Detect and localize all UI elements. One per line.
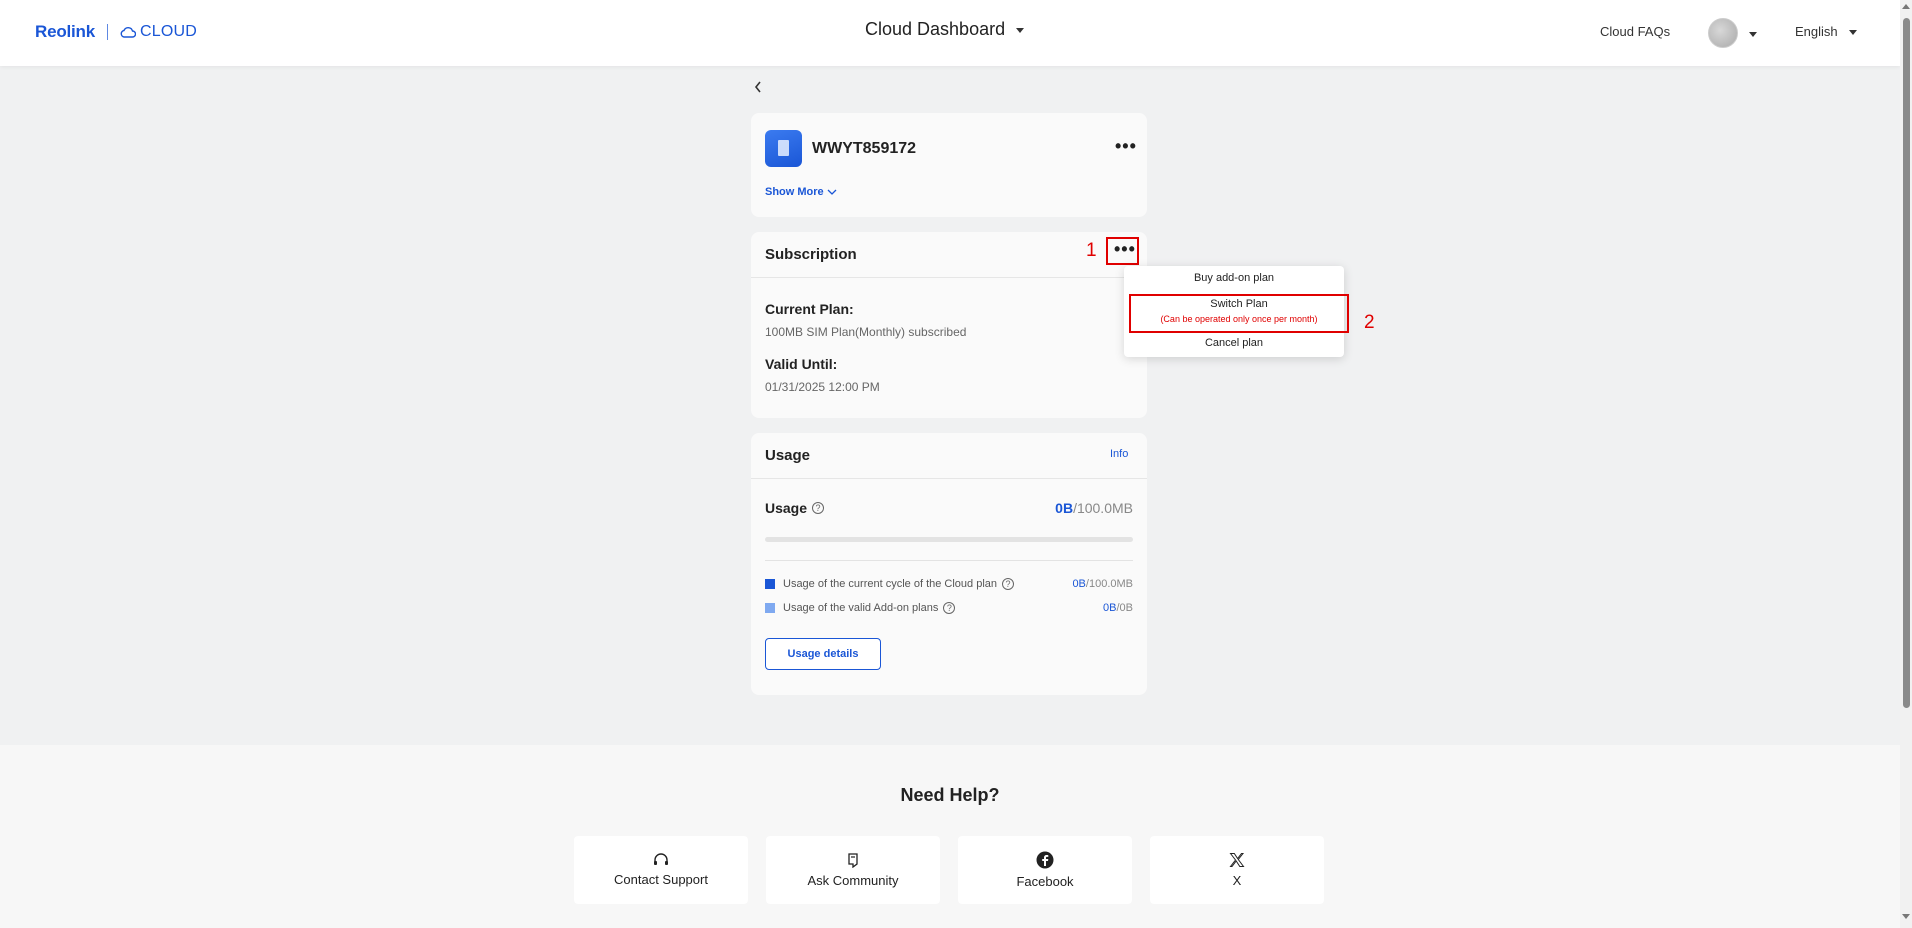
legend-addon-label: Usage of the valid Add-on plans — [783, 602, 939, 614]
account-menu[interactable] — [1708, 18, 1757, 48]
dashboard-switcher[interactable]: Cloud Dashboard — [865, 19, 1025, 40]
subscription-title: Subscription — [765, 246, 857, 263]
menu-item-switch-plan[interactable]: Switch Plan (Can be operated only once p… — [1129, 294, 1349, 333]
switch-plan-note: (Can be operated only once per month) — [1160, 314, 1318, 324]
help-circle-icon[interactable]: ? — [943, 602, 956, 614]
show-more-label: Show More — [765, 186, 824, 198]
usage-progress-bar — [765, 537, 1133, 542]
scroll-thumb[interactable] — [1903, 18, 1910, 708]
cloud-icon — [120, 27, 137, 38]
legend-addon-used: 0B — [1103, 602, 1117, 614]
usage-info-link[interactable]: Info — [1110, 448, 1128, 460]
usage-divider — [765, 560, 1133, 561]
current-plan-label: Current Plan: — [765, 301, 854, 317]
chevron-left-icon — [754, 81, 761, 93]
page-scrollbar[interactable] — [1900, 0, 1912, 928]
subscription-more-button[interactable]: ••• — [1106, 237, 1139, 265]
usage-limit: /100.0MB — [1073, 500, 1133, 516]
scroll-down-icon[interactable] — [1902, 914, 1910, 919]
device-card: WWYT859172 ••• Show More — [751, 113, 1147, 217]
legend-cloud-total: /100.0MB — [1085, 578, 1133, 590]
contact-support-label: Contact Support — [614, 872, 708, 887]
ask-community-label: Ask Community — [807, 872, 899, 888]
facebook-card[interactable]: Facebook — [958, 836, 1132, 904]
legend-cloud-used: 0B — [1072, 578, 1086, 590]
x-label: X — [1232, 873, 1242, 888]
cloud-text: CLOUD — [140, 23, 198, 40]
legend-cloud-plan: Usage of the current cycle of the Cloud … — [765, 578, 1133, 590]
usage-used: 0B — [1055, 500, 1074, 516]
usage-details-button[interactable]: Usage details — [765, 638, 881, 670]
subscription-dropdown-menu: Buy add-on plan Switch Plan (Can be oper… — [1124, 266, 1349, 357]
headset-icon — [654, 853, 668, 865]
switch-plan-label: Switch Plan — [1210, 298, 1268, 310]
usage-title: Usage — [765, 447, 811, 464]
usage-header: Usage Info — [751, 433, 1147, 479]
usage-label: Usage — [765, 500, 808, 516]
device-name: WWYT859172 — [812, 140, 917, 157]
legend-swatch-addon — [765, 603, 775, 613]
chevron-down-icon — [827, 189, 837, 195]
reolink-cloud-logo[interactable]: Reolink CLOUD — [35, 22, 197, 42]
help-footer: Need Help? Contact Support Ask Community… — [0, 745, 1900, 928]
back-button[interactable] — [753, 80, 767, 96]
help-circle-icon[interactable]: ? — [1002, 578, 1015, 590]
cloud-faqs-link[interactable]: Cloud FAQs — [1600, 24, 1670, 39]
cloud-label: CLOUD — [120, 23, 197, 41]
valid-until-label: Valid Until: — [765, 356, 838, 372]
current-plan-value: 100MB SIM Plan(Monthly) subscribed — [765, 325, 967, 339]
ask-community-card[interactable]: Ask Community — [766, 836, 940, 904]
chevron-down-icon — [1749, 31, 1757, 37]
need-help-title: Need Help? — [900, 785, 1000, 805]
facebook-label: Facebook — [1016, 874, 1074, 889]
annotation-marker-2: 2 — [1364, 312, 1375, 333]
legend-cloud-value: 0B/100.0MB — [1072, 578, 1133, 590]
ellipsis-icon: ••• — [1114, 239, 1136, 259]
usage-total: 0B/100.0MB — [1055, 500, 1133, 516]
x-card[interactable]: X — [1150, 836, 1324, 904]
show-more-link[interactable]: Show More — [765, 186, 837, 198]
chevron-down-icon — [1848, 30, 1857, 35]
logo-divider — [107, 24, 109, 40]
language-label: English — [1795, 24, 1838, 39]
avatar — [1708, 18, 1738, 48]
community-icon — [848, 852, 858, 868]
scroll-up-icon[interactable] — [1902, 4, 1910, 9]
language-selector[interactable]: English — [1795, 24, 1857, 39]
ellipsis-icon[interactable]: ••• — [1115, 137, 1137, 155]
usage-label-row: Usage ? — [765, 500, 825, 516]
chevron-down-icon — [1016, 28, 1025, 33]
menu-item-buy-addon[interactable]: Buy add-on plan — [1124, 272, 1344, 284]
legend-cloud-label: Usage of the current cycle of the Cloud … — [783, 578, 998, 590]
x-logo-icon — [1229, 853, 1245, 867]
legend-addon-value: 0B/0B — [1103, 602, 1133, 614]
menu-item-cancel-plan[interactable]: Cancel plan — [1124, 337, 1344, 349]
brand-name: Reolink — [35, 22, 96, 41]
help-circle-icon[interactable]: ? — [812, 502, 825, 514]
page-title: Cloud Dashboard — [865, 19, 1006, 39]
sim-card-icon — [765, 130, 802, 167]
contact-support-card[interactable]: Contact Support — [574, 836, 748, 904]
top-header: Reolink CLOUD Cloud Dashboard Cloud FAQs… — [0, 0, 1900, 66]
legend-addon-plans: Usage of the valid Add-on plans ? 0B/0B — [765, 602, 1133, 614]
annotation-marker-1: 1 — [1086, 240, 1097, 261]
legend-swatch-cloud — [765, 579, 775, 589]
legend-addon-total: /0B — [1116, 602, 1133, 614]
valid-until-value: 01/31/2025 12:00 PM — [765, 380, 880, 394]
facebook-icon — [1036, 851, 1054, 869]
usage-card: Usage Info Usage ? 0B/100.0MB Usage of t… — [751, 433, 1147, 695]
